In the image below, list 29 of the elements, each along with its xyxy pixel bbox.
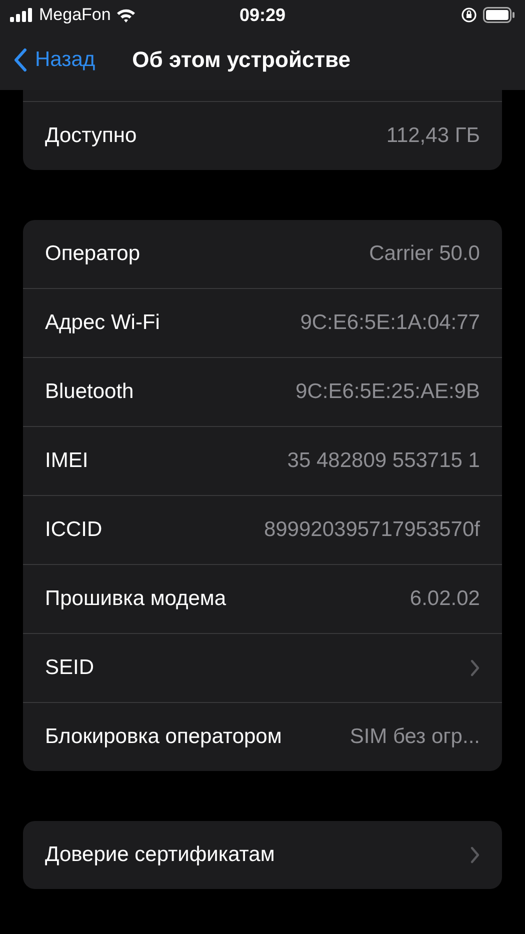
row-label: IMEI	[45, 449, 88, 473]
chevron-right-icon[interactable]	[470, 846, 480, 864]
carrier-name: MegaFon	[39, 5, 111, 25]
battery-icon	[482, 7, 515, 23]
row-value: 9C:E6:5E:1A:04:77	[300, 311, 480, 335]
row-value: 899920395717953570f	[264, 518, 480, 542]
signal-icon	[10, 8, 34, 22]
row-value: 35 482809 553715 1	[287, 449, 480, 473]
back-button[interactable]: Назад	[0, 48, 96, 72]
row-label: ICCID	[45, 518, 102, 542]
wifi-icon	[116, 8, 136, 22]
row-label: Адрес Wi-Fi	[45, 311, 160, 335]
row-label: Блокировка оператором	[45, 725, 282, 749]
chevron-left-icon	[13, 48, 27, 72]
row-label: Прошивка модема	[45, 587, 226, 611]
row-value: Carrier 50.0	[369, 242, 480, 266]
row-value: 6.02.02	[410, 587, 480, 611]
row-label: Оператор	[45, 242, 140, 266]
row-value: 112,43 ГБ	[386, 124, 480, 148]
row-value: 9C:E6:5E:25:AE:9B	[296, 380, 480, 404]
row-label: Доверие сертификатам	[45, 843, 275, 867]
status-time: 09:29	[239, 4, 286, 26]
row-label: SEID	[45, 656, 94, 680]
rotation-lock-icon	[460, 7, 477, 23]
row-value: SIM без огр...	[350, 725, 480, 749]
screen-title: Об этом устройстве	[132, 47, 350, 73]
row-label: Доступно	[45, 124, 137, 148]
row-label: Bluetooth	[45, 380, 134, 404]
chevron-right-icon[interactable]	[470, 659, 480, 677]
